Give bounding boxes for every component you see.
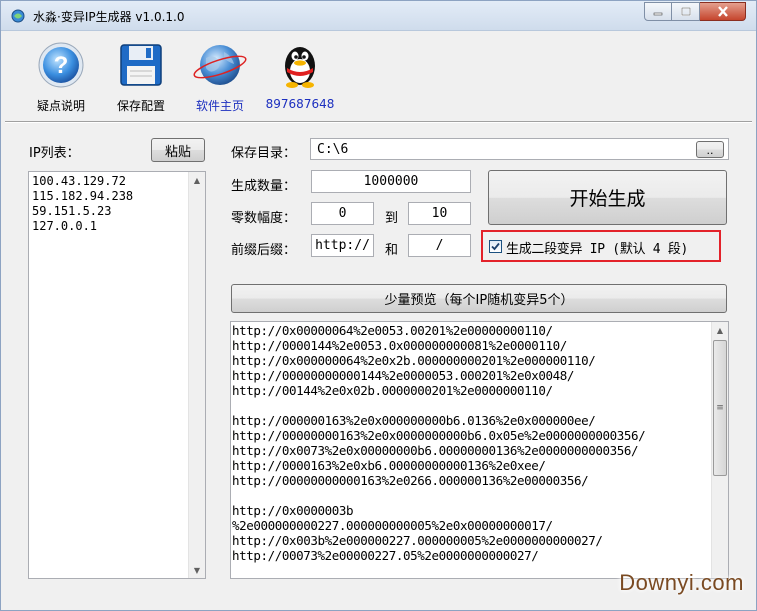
list-item: 115.182.94.238 — [32, 189, 134, 203]
zero-from-value: 0 — [338, 206, 347, 221]
preview-output-content: http://0x00000064%2e0053.00201%2e0000000… — [232, 323, 646, 563]
toolbar-qq-label: 897687648 — [265, 97, 335, 111]
output-line: http://0x000000064%2e0x2b.000000000201%2… — [232, 353, 596, 368]
ip-list-scrollbar[interactable]: ▲ ▼ — [188, 172, 205, 578]
output-line: http://0000163%2e0xb6.00000000000136%2e0… — [232, 458, 546, 473]
and-label: 和 — [385, 243, 399, 258]
output-scrollbar[interactable]: ▲ ≡ — [711, 322, 728, 578]
ip-list-label: IP列表： — [29, 146, 80, 161]
prefix-value: http:// — [315, 238, 370, 253]
output-line: http://000000163%2e0x000000000b6.0136%2e… — [232, 413, 596, 428]
suffix-input[interactable]: / — [408, 234, 471, 257]
output-line: http://0000144%2e0053.0x000000000081%2e0… — [232, 338, 567, 353]
output-line: http://00000000000163%2e0266.000000136%2… — [232, 473, 589, 488]
title-bar[interactable]: 水淼·变异IP生成器 v1.0.1.0 — [1, 1, 756, 31]
toolbar-homepage-link[interactable]: 软件主页 — [185, 40, 255, 114]
checkmark-icon — [491, 242, 500, 251]
zero-to-value: 10 — [431, 206, 448, 221]
two-segment-checkbox[interactable] — [489, 240, 502, 253]
output-line: http://00000000163%2e0x0000000000b6.0x05… — [232, 428, 646, 443]
qq-penguin-icon — [285, 47, 315, 88]
window-controls — [644, 2, 746, 21]
start-generate-button[interactable]: 开始生成 — [488, 170, 727, 225]
scroll-up-icon[interactable]: ▲ — [189, 172, 205, 188]
scroll-down-icon[interactable]: ▼ — [189, 562, 205, 578]
list-item: 100.43.129.72 — [32, 174, 126, 188]
preview-output-textarea[interactable]: http://0x00000064%2e0053.00201%2e0000000… — [230, 321, 729, 579]
globe-icon — [193, 45, 247, 85]
count-value: 1000000 — [363, 174, 419, 189]
app-icon — [11, 9, 25, 23]
watermark: Downyi.com — [619, 570, 744, 595]
count-input[interactable]: 1000000 — [311, 170, 471, 193]
output-line: http://00073%2e00000227.05%2e00000000000… — [232, 548, 539, 563]
affix-label: 前缀后缀： — [231, 243, 297, 258]
output-line: http://0x003b%2e000000227.000000005%2e00… — [232, 533, 603, 548]
suffix-value: / — [435, 238, 444, 253]
scroll-up-icon[interactable]: ▲ — [712, 322, 728, 338]
save-icon — [120, 44, 162, 86]
browse-button[interactable]: .. — [696, 141, 724, 158]
close-button[interactable] — [700, 2, 746, 21]
toolbar-save-label: 保存配置 — [116, 99, 165, 113]
zero-range-label: 零数幅度： — [231, 211, 297, 226]
toolbar-help-label: 疑点说明 — [36, 99, 85, 113]
toolbar-homepage-label: 软件主页 — [195, 99, 244, 113]
count-label: 生成数量： — [231, 179, 297, 194]
zero-from-input[interactable]: 0 — [311, 202, 374, 225]
highlight-box: 生成二段变异 IP (默认 4 段) — [481, 230, 721, 262]
toolbar-divider — [5, 121, 752, 123]
save-dir-value: C:\6 — [317, 141, 349, 157]
output-line: http://0x0073%2e0x00000000b6.00000000136… — [232, 443, 639, 458]
two-segment-checkbox-label[interactable]: 生成二段变异 IP (默认 4 段) — [506, 238, 688, 257]
toolbar-qq-link[interactable]: 897687648 — [265, 40, 335, 111]
toolbar: ? 疑点说明 保存配置 软件主页 897687648 — [1, 32, 756, 120]
output-line: %2e000000000227.000000000005%2e0x0000000… — [232, 518, 553, 533]
output-line: http://0x00000064%2e0053.00201%2e0000000… — [232, 323, 553, 338]
minimize-icon — [653, 12, 663, 15]
preview-button[interactable]: 少量预览（每个IP随机变异5个） — [231, 284, 727, 313]
close-icon — [717, 6, 728, 17]
window-title: 水淼·变异IP生成器 v1.0.1.0 — [33, 10, 185, 24]
minimize-button[interactable] — [644, 2, 672, 21]
list-item: 127.0.0.1 — [32, 219, 98, 233]
app-window: 水淼·变异IP生成器 v1.0.1.0 ? 疑点说明 保存配置 软件主页 897… — [0, 0, 757, 611]
zero-to-input[interactable]: 10 — [408, 202, 471, 225]
prefix-input[interactable]: http:// — [311, 234, 374, 257]
help-icon: ? — [38, 42, 84, 88]
output-line: http://00144%2e0x02b.0000000201%2e000000… — [232, 383, 553, 398]
save-dir-label: 保存目录： — [231, 146, 297, 161]
maximize-button[interactable] — [672, 2, 700, 21]
ip-list-content: 100.43.129.72 115.182.94.238 59.151.5.23… — [32, 174, 133, 234]
toolbar-help-button[interactable]: ? 疑点说明 — [26, 40, 96, 114]
save-dir-input[interactable]: C:\6 — [310, 138, 729, 160]
list-item: 59.151.5.23 — [32, 204, 112, 218]
svg-text:?: ? — [54, 52, 69, 79]
output-line: http://0x0000003b — [232, 503, 354, 518]
toolbar-save-button[interactable]: 保存配置 — [106, 40, 176, 114]
output-line: http://00000000000144%2e0000053.000201%2… — [232, 368, 575, 383]
ip-list-textarea[interactable]: 100.43.129.72 115.182.94.238 59.151.5.23… — [28, 171, 206, 579]
to-label: 到 — [385, 211, 399, 226]
paste-button[interactable]: 粘贴 — [151, 138, 205, 162]
scroll-grip-icon: ≡ — [716, 403, 724, 413]
maximize-icon — [680, 7, 691, 16]
